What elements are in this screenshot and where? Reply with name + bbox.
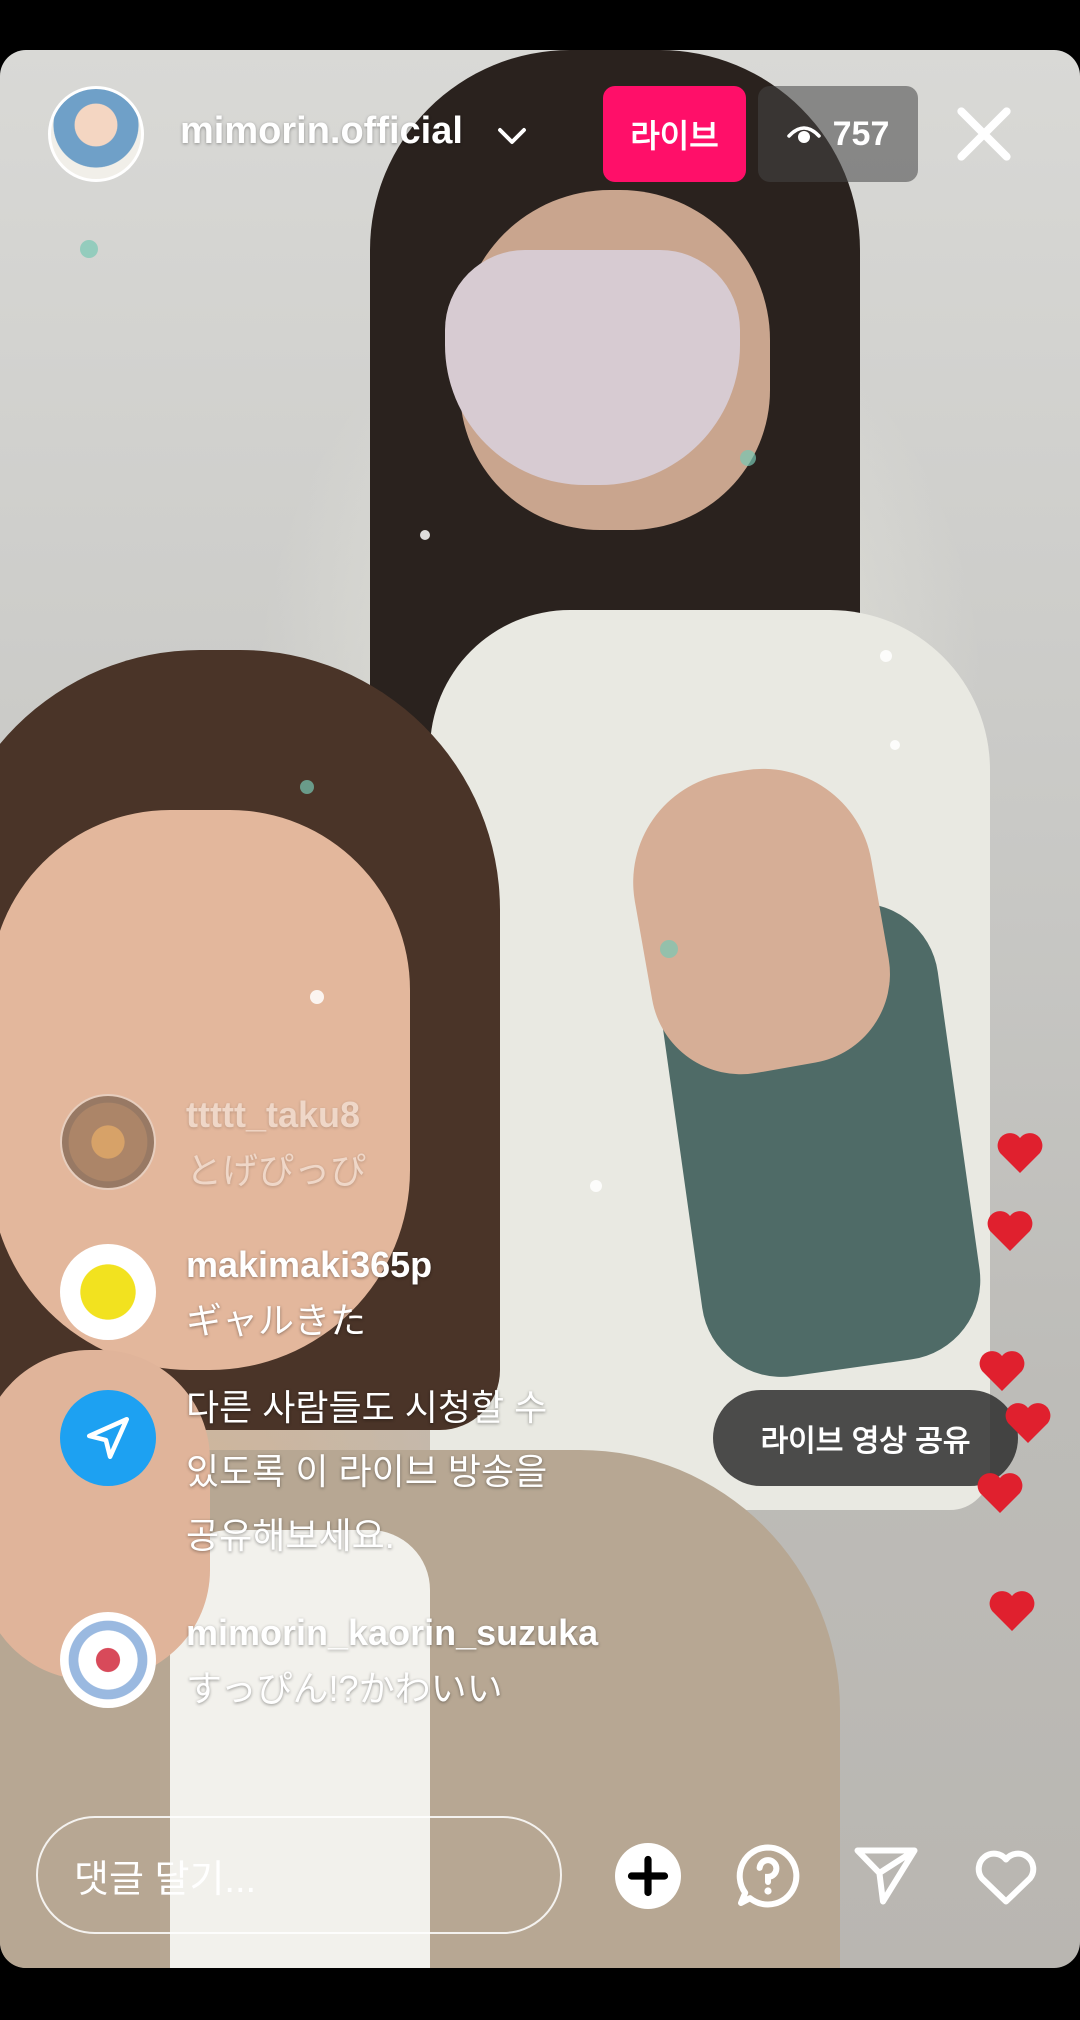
sparkle bbox=[300, 780, 314, 794]
share-prompt-line: 공유해보세요. bbox=[186, 1515, 395, 1556]
comment-username[interactable]: ttttt_taku8 bbox=[186, 1094, 366, 1136]
comment-item: mimorin_kaorin_suzuka すっぴん!?かわいい bbox=[60, 1612, 598, 1712]
add-icon[interactable] bbox=[612, 1840, 684, 1912]
heart-icon bbox=[997, 1133, 1043, 1173]
comment-item: ttttt_taku8 とげぴっぴ bbox=[60, 1094, 366, 1194]
viewer-count: 757 bbox=[832, 114, 890, 153]
heart-icon bbox=[987, 1211, 1033, 1251]
viewer-count-badge[interactable]: 757 bbox=[758, 86, 918, 182]
comment-input[interactable]: 댓글 달기... bbox=[36, 1816, 562, 1934]
sparkle bbox=[740, 450, 756, 466]
comment-text: とげぴっぴ bbox=[186, 1150, 367, 1191]
send-icon bbox=[60, 1390, 156, 1486]
comment-username[interactable]: makimaki365p bbox=[186, 1244, 432, 1286]
host-avatar[interactable] bbox=[48, 86, 144, 182]
sparkle bbox=[590, 1180, 602, 1192]
sparkle bbox=[890, 740, 900, 750]
comment-username[interactable]: mimorin_kaorin_suzuka bbox=[186, 1612, 598, 1654]
sparkle bbox=[660, 940, 678, 958]
comment-avatar[interactable] bbox=[60, 1612, 156, 1708]
comment-avatar[interactable] bbox=[60, 1244, 156, 1340]
eye-icon bbox=[786, 126, 821, 143]
host-username[interactable]: mimorin.official bbox=[180, 110, 463, 153]
question-icon[interactable] bbox=[732, 1840, 804, 1912]
share-prompt-line: 다른 사람들도 시청할 수 bbox=[186, 1387, 548, 1428]
share-prompt-line: 있도록 이 라이브 방송을 bbox=[186, 1451, 548, 1492]
send-icon[interactable] bbox=[850, 1840, 922, 1912]
comment-text: すっぴん!?かわいい bbox=[186, 1668, 503, 1709]
heart-icon[interactable] bbox=[970, 1840, 1042, 1912]
sparkle bbox=[80, 240, 98, 258]
heart-icon bbox=[1005, 1403, 1051, 1443]
close-icon[interactable] bbox=[950, 100, 1018, 168]
heart-icon bbox=[977, 1473, 1023, 1513]
comment-avatar[interactable] bbox=[60, 1094, 156, 1190]
comment-text: ギャルきた bbox=[186, 1300, 367, 1341]
heart-icon bbox=[989, 1591, 1035, 1631]
share-prompt: 다른 사람들도 시청할 수 있도록 이 라이브 방송을 공유해보세요. bbox=[60, 1387, 548, 1568]
chevron-down-icon[interactable] bbox=[494, 118, 530, 154]
comment-input-placeholder: 댓글 달기... bbox=[74, 1858, 257, 1901]
heart-icon bbox=[979, 1351, 1025, 1391]
sparkle bbox=[420, 530, 430, 540]
comment-item: makimaki365p ギャルきた bbox=[60, 1244, 432, 1344]
sparkle bbox=[310, 990, 324, 1004]
sparkle bbox=[880, 650, 892, 662]
live-badge: 라이브 bbox=[603, 86, 746, 182]
